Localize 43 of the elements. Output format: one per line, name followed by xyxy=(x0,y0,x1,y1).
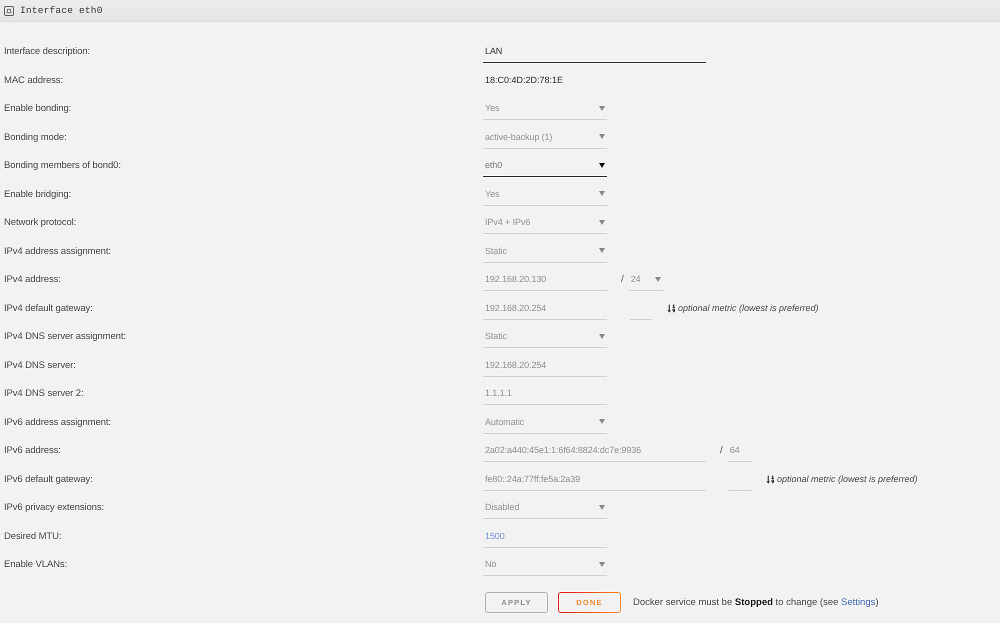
field-label: Bonding members of bond0: xyxy=(4,160,121,172)
field-label: Enable bridging: xyxy=(4,188,72,200)
field-value: 18:C0:4D:2D:78:1E xyxy=(484,75,564,86)
caret-down-icon xyxy=(599,248,605,254)
field-label: IPv4 DNS server 2: xyxy=(4,388,84,400)
field-label: IPv4 address assignment: xyxy=(4,246,111,257)
field-label: Interface description: xyxy=(4,46,90,58)
caret-down-icon xyxy=(599,162,605,168)
field-label: IPv6 address assignment: xyxy=(4,416,111,428)
prefix-separator: / xyxy=(621,274,624,286)
field-label: IPv4 DNS server: xyxy=(4,360,76,371)
field-label: Network protocol: xyxy=(4,217,76,228)
metric-hint: optional metric (lowest is preferred) xyxy=(678,303,819,314)
field-label: IPv4 address: xyxy=(4,274,61,286)
dropdown-field[interactable]: eth0 xyxy=(483,154,607,178)
caret-down-icon xyxy=(599,334,605,339)
field-label: IPv6 address: xyxy=(4,445,61,456)
metric-hint: optional metric (lowest is preferred) xyxy=(777,474,918,484)
field-label: IPv6 default gateway: xyxy=(4,474,93,485)
field-label: IPv4 DNS server assignment: xyxy=(4,331,126,342)
prefix-separator: / xyxy=(720,445,723,456)
caret-down-icon xyxy=(599,191,605,196)
caret-down-icon xyxy=(599,106,605,111)
field-label: IPv6 privacy extensions: xyxy=(4,502,104,514)
settings-link[interactable]: Settings xyxy=(841,597,876,608)
caret-down-icon xyxy=(599,504,605,510)
field-label: MAC address: xyxy=(4,74,63,86)
text-field[interactable]: LAN xyxy=(483,40,706,64)
caret-down-icon xyxy=(654,276,661,282)
field-label: Bonding mode: xyxy=(4,132,67,143)
sort-numeric-icon xyxy=(667,304,676,313)
field-label: Enable bonding: xyxy=(4,103,72,114)
sort-numeric-icon xyxy=(766,474,775,484)
panel-title: Interface eth0 xyxy=(20,5,103,16)
docker-notice: Docker service must be Stopped to change (see Settings) xyxy=(633,597,879,608)
field-label: Desired MTU: xyxy=(4,530,62,542)
caret-down-icon xyxy=(599,134,605,140)
field-label: Enable VLANs: xyxy=(4,559,68,570)
caret-down-icon xyxy=(599,220,605,225)
caret-down-icon xyxy=(599,419,605,424)
field-label: IPv4 default gateway: xyxy=(4,302,93,314)
caret-down-icon xyxy=(599,562,605,567)
port-icon xyxy=(4,6,14,16)
